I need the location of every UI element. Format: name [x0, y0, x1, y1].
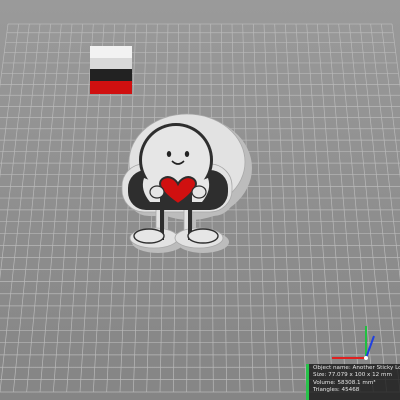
object-triangles: Triangles: 45468: [313, 387, 360, 394]
3d-viewport[interactable]: Object name: Another Sticky Love Size: 7…: [0, 0, 400, 400]
color-swatch-icon[interactable]: [90, 46, 132, 94]
object-info-panel: Object name: Another Sticky Love Size: 7…: [306, 364, 400, 400]
object-size: Size: 77.079 x 100 x 12 mm: [313, 372, 392, 379]
sticky-love-model[interactable]: [121, 113, 252, 253]
object-name: Object name: Another Sticky Love: [313, 365, 400, 371]
object-volume: Volume: 58308.1 mm³: [313, 379, 376, 386]
